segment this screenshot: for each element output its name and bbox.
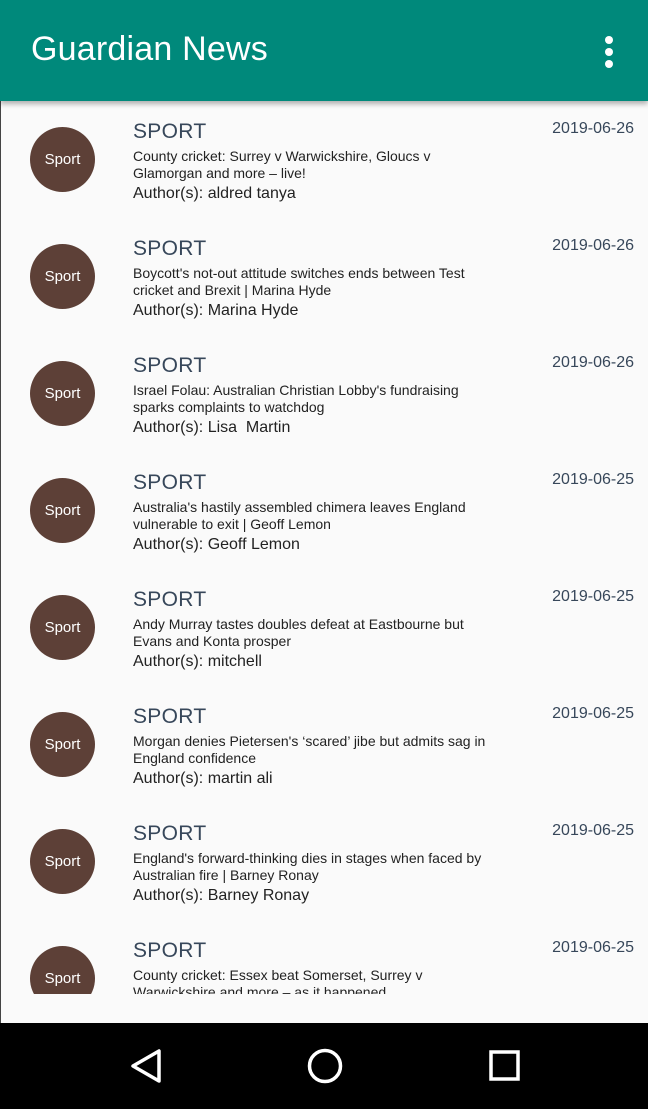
article-list[interactable]: Sport SPORT County cricket: Surrey v War… <box>0 101 648 994</box>
more-vert-icon[interactable] <box>596 30 622 74</box>
article-headline: Morgan denies Pietersen's ‘scared’ jibe … <box>133 733 486 766</box>
article-row[interactable]: Sport SPORT County cricket: Essex beat S… <box>0 920 648 994</box>
section-label: SPORT <box>133 354 207 377</box>
section-avatar: Sport <box>30 244 95 309</box>
article-author: Author(s): Geoff Lemon <box>133 536 300 553</box>
article-headline: County cricket: Surrey v Warwickshire, G… <box>133 148 431 181</box>
article-row[interactable]: Sport SPORT Boycott's not-out attitude s… <box>0 218 648 335</box>
article-row[interactable]: Sport SPORT Australia's hastily assemble… <box>0 452 648 569</box>
section-label: SPORT <box>133 705 207 728</box>
home-icon[interactable] <box>285 1023 365 1109</box>
article-date: 2019-06-25 <box>552 471 634 488</box>
article-author: Author(s): Marina Hyde <box>133 302 299 319</box>
article-date: 2019-06-26 <box>552 120 634 137</box>
article-row[interactable]: Sport SPORT England's forward-thinking d… <box>0 803 648 920</box>
article-date: 2019-06-26 <box>552 354 634 371</box>
section-avatar: Sport <box>30 478 95 543</box>
section-label: SPORT <box>133 237 207 260</box>
article-date: 2019-06-25 <box>552 939 634 956</box>
article-author: Author(s): Lisa Martin <box>133 419 291 436</box>
left-edge-divider <box>0 101 1 1023</box>
section-avatar: Sport <box>30 361 95 426</box>
article-row[interactable]: Sport SPORT Andy Murray tastes doubles d… <box>0 569 648 686</box>
article-headline: Boycott's not-out attitude switches ends… <box>133 265 465 298</box>
app-bar: Guardian News <box>0 0 648 101</box>
article-author: Author(s): martin ali <box>133 770 273 787</box>
article-date: 2019-06-26 <box>552 237 634 254</box>
article-headline: England's forward-thinking dies in stage… <box>133 850 482 883</box>
article-row[interactable]: Sport SPORT Morgan denies Pietersen's ‘s… <box>0 686 648 803</box>
article-author: Author(s): Barney Ronay <box>133 887 310 904</box>
article-author: Author(s): mitchell <box>133 653 262 670</box>
section-avatar: Sport <box>30 595 95 660</box>
article-date: 2019-06-25 <box>552 588 634 605</box>
section-label: SPORT <box>133 588 207 611</box>
article-headline: County cricket: Essex beat Somerset, Sur… <box>133 967 423 994</box>
section-avatar: Sport <box>30 829 95 894</box>
article-row[interactable]: Sport SPORT County cricket: Surrey v War… <box>0 101 648 218</box>
article-headline: Andy Murray tastes doubles defeat at Eas… <box>133 616 464 649</box>
system-nav-bar <box>0 1023 648 1109</box>
app-title: Guardian News <box>31 30 268 68</box>
back-icon[interactable] <box>105 1023 185 1109</box>
recents-icon[interactable] <box>465 1023 545 1109</box>
article-date: 2019-06-25 <box>552 705 634 722</box>
article-headline: Australia's hastily assembled chimera le… <box>133 499 466 532</box>
article-date: 2019-06-25 <box>552 822 634 839</box>
section-label: SPORT <box>133 471 207 494</box>
section-label: SPORT <box>133 120 207 143</box>
article-row[interactable]: Sport SPORT Israel Folau: Australian Chr… <box>0 335 648 452</box>
article-headline: Israel Folau: Australian Christian Lobby… <box>133 382 459 415</box>
section-avatar: Sport <box>30 712 95 777</box>
section-avatar: Sport <box>30 946 95 994</box>
section-avatar: Sport <box>30 127 95 192</box>
article-author: Author(s): aldred tanya <box>133 185 296 202</box>
section-label: SPORT <box>133 939 207 962</box>
section-label: SPORT <box>133 822 207 845</box>
